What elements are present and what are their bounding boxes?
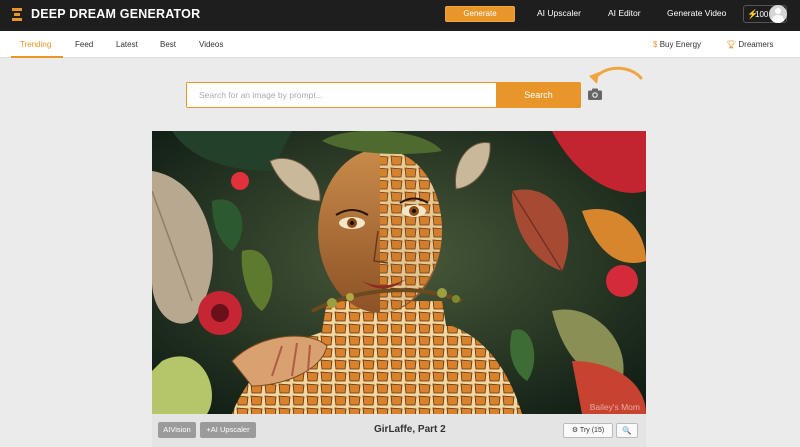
- search-input[interactable]: [187, 83, 495, 107]
- generate-button[interactable]: Generate: [445, 6, 515, 22]
- top-bar: DEEP DREAM GENERATOR Generate AI Upscale…: [0, 0, 800, 31]
- pointer-arrow-icon: [589, 66, 643, 84]
- search-button[interactable]: Search: [496, 83, 581, 107]
- image-card-footer: AIVision +AI Upscaler GirLaffe, Part 2 ⚙…: [152, 414, 646, 447]
- zoom-button[interactable]: 🔍: [616, 423, 638, 438]
- image-title[interactable]: GirLaffe, Part 2: [374, 424, 446, 435]
- buy-energy-label: Buy Energy: [659, 40, 702, 49]
- tab-latest[interactable]: Latest: [116, 40, 138, 49]
- trophy-icon: 🏆︎: [726, 40, 737, 49]
- active-tab-indicator: [11, 56, 63, 58]
- logo-icon[interactable]: [12, 8, 22, 21]
- sub-navigation: Trending Feed Latest Best Videos $ Buy E…: [0, 31, 800, 58]
- nav-ai-upscaler[interactable]: AI Upscaler: [537, 8, 581, 18]
- tag-ai-upscaler[interactable]: +AI Upscaler: [200, 422, 256, 438]
- search-icon: 🔍: [622, 426, 632, 435]
- tab-best[interactable]: Best: [160, 40, 176, 49]
- search-bar: Search: [186, 82, 581, 108]
- nav-ai-editor[interactable]: AI Editor: [608, 8, 641, 18]
- tab-trending[interactable]: Trending: [20, 40, 51, 49]
- try-button[interactable]: ⚙ Try (15): [563, 423, 613, 438]
- dollar-icon: $: [653, 40, 658, 49]
- gear-icon: ⚙: [571, 427, 579, 434]
- tag-aivision[interactable]: AIVision: [158, 422, 196, 438]
- image-watermark: Bailey's Mom: [589, 402, 640, 412]
- energy-count: 100: [755, 10, 769, 19]
- buy-energy-link[interactable]: $ Buy Energy: [653, 40, 701, 49]
- brand-name[interactable]: DEEP DREAM GENERATOR: [31, 7, 200, 21]
- try-label: Try (15): [579, 427, 605, 434]
- featured-image[interactable]: Bailey's Mom: [152, 131, 646, 414]
- dreamers-link[interactable]: 🏆︎ Dreamers: [726, 40, 774, 49]
- tab-videos[interactable]: Videos: [199, 40, 223, 49]
- tab-feed[interactable]: Feed: [75, 40, 93, 49]
- dreamers-label: Dreamers: [738, 40, 774, 49]
- avatar[interactable]: [769, 5, 787, 23]
- nav-generate-video[interactable]: Generate Video: [667, 8, 726, 18]
